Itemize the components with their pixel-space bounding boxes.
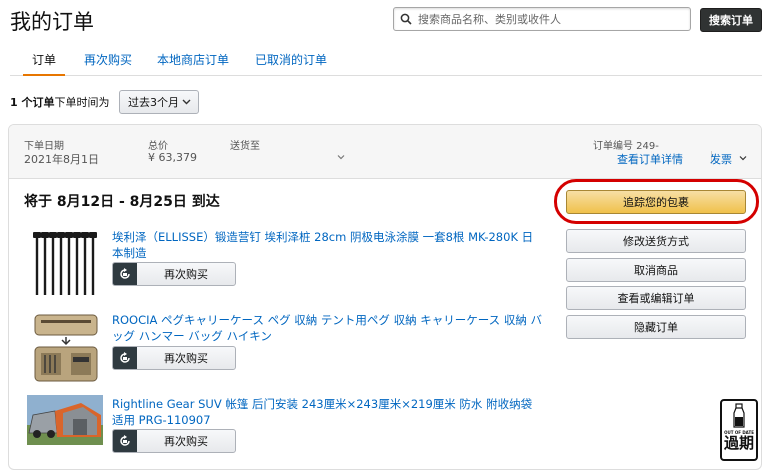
view-edit-order-button[interactable]: 查看或编辑订单 [566,286,746,310]
order-date-label: 下单日期 [24,141,64,152]
search-icon [400,13,412,25]
out-of-date-badge: OUT OF DATE 過期 [720,399,758,461]
ship-to-label: 送货至 [230,141,260,152]
page-title: 我的订单 [10,10,94,34]
search-input[interactable] [418,12,678,26]
invoice-link[interactable]: 发票 [710,151,732,167]
product-image-stake-case[interactable] [33,313,99,383]
order-card: 下单日期 2021年8月1日 总价 ¥ 63,379 送货至 订单编号 249-… [8,124,762,470]
order-total-label: 总价 [148,141,168,152]
order-count-suffix: 下单时间为 [54,96,110,109]
tab-cancelled-orders[interactable]: 已取消的订单 [255,52,327,76]
cancel-items-button[interactable]: 取消商品 [566,258,746,282]
item-title-link[interactable]: 埃利泽（ELLISSE）锻造营钉 埃利泽桩 28cm 阴极电泳涂膜 一套8根 M… [112,229,542,261]
refresh-icon [113,263,137,285]
order-count: 1 个订单 [10,96,55,109]
buy-again-label: 再次购买 [164,268,208,281]
track-package-button[interactable]: 追踪您的包裹 [566,190,746,214]
change-shipping-button[interactable]: 修改送货方式 [566,229,746,253]
chevron-down-icon[interactable] [337,153,345,161]
tab-buy-again[interactable]: 再次购买 [84,52,132,76]
order-header: 下单日期 2021年8月1日 总价 ¥ 63,379 送货至 订单编号 249-… [9,125,761,179]
chevron-down-icon[interactable] [739,154,747,162]
delivery-estimate: 将于 8月12日 - 8月25日 到达 [24,194,220,210]
hide-order-button[interactable]: 隐藏订单 [566,315,746,339]
order-total-value: ¥ 63,379 [148,151,197,164]
item-title-link[interactable]: ROOCIA ペグキャリーケース ペグ 収納 テント用ペグ 収納 キャリーケース… [112,312,542,344]
tab-orders[interactable]: 订单 [23,52,66,76]
refresh-icon [113,347,137,369]
order-tabs: 订单 再次购买 本地商店订单 已取消的订单 [10,52,762,76]
view-order-details-link[interactable]: 查看订单详情 [617,151,683,167]
buy-again-button[interactable]: 再次购买 [112,429,236,453]
time-range-value: 过去3个月 [128,96,179,109]
time-range-dropdown[interactable]: 过去3个月 [119,90,199,114]
badge-big-text: 過期 [723,434,754,452]
chevron-down-icon [182,99,191,105]
search-box[interactable] [393,7,691,31]
tab-local-store-orders[interactable]: 本地商店订单 [157,52,229,76]
refresh-icon [113,430,137,452]
item-title-link[interactable]: Rightline Gear SUV 帐篷 后门安装 243厘米×243厘米×2… [112,396,542,428]
search-orders-button[interactable]: 搜索订单 [700,8,762,32]
order-number-label: 订单编号 249- [593,141,659,152]
buy-again-button[interactable]: 再次购买 [112,346,236,370]
milk-bottle-icon [733,403,745,428]
product-image-tent-stakes[interactable] [31,229,101,299]
buy-again-button[interactable]: 再次购买 [112,262,236,286]
buy-again-label: 再次购买 [164,352,208,365]
buy-again-label: 再次购买 [164,435,208,448]
order-count-summary: 1 个订单 下单时间为 [10,94,109,110]
order-date-value: 2021年8月1日 [24,153,99,166]
product-image-suv-tent[interactable] [27,395,103,445]
